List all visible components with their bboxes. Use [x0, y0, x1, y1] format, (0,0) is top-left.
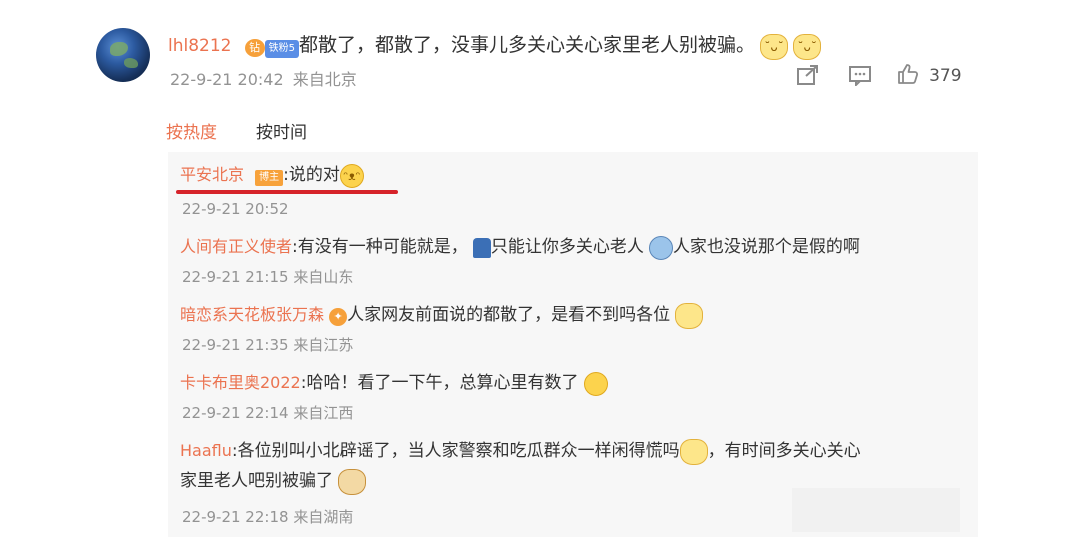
cat-emoji-icon: ˘ᴗ˘ — [793, 33, 822, 60]
face-emoji-icon: ᵔᴥᵔ — [339, 163, 364, 188]
watermark-blur — [792, 488, 960, 532]
comment-header: lhl8212 钻铁粉5 都散了，都散了，没事儿多关心关心家里老人别被骗。 ˘ᴗ˘… — [168, 30, 822, 60]
cat-emoji-icon — [338, 468, 367, 495]
tab-time[interactable]: 按时间 — [256, 118, 307, 143]
like-button[interactable]: 379 — [896, 62, 962, 90]
reply-username[interactable]: 平安北京 — [180, 165, 244, 184]
reply-meta: 22-9-21 22:18 来自湖南 — [182, 506, 353, 527]
highlight-underline — [176, 190, 398, 194]
reply-item: 平安北京 博主:说的对 ᵔᴥᵔ — [180, 160, 364, 188]
reply-username[interactable]: Haaflu — [180, 441, 232, 460]
like-count: 379 — [929, 66, 962, 86]
reply-item: 卡卡布里奥2022:哈哈！看了一下午，总算心里有数了 — [180, 368, 608, 396]
vip-badge-icon: 钻 — [244, 39, 265, 57]
reply-text: :哈哈！看了一下午，总算心里有数了 — [300, 373, 579, 393]
reply-meta: 22-9-21 21:35 来自江苏 — [182, 334, 353, 355]
reply-username[interactable]: 暗恋系天花板张万森 — [180, 305, 324, 324]
reply-username[interactable]: 卡卡布里奥2022 — [180, 373, 301, 392]
reply-location: 来自湖南 — [293, 508, 354, 526]
cat-emoji-icon — [679, 438, 708, 465]
cat-emoji-icon: ˘ᴗ˘ — [760, 33, 789, 60]
reply-text-2: ，有时间多关心关心 — [707, 441, 861, 461]
reply-meta: 22-9-21 21:15 来自山东 — [182, 266, 353, 287]
reply-item: Haaflu:各位别叫小北辟谣了，当人家警察和吃瓜群众一样闲得慌吗 ，有时间多关心… — [180, 436, 861, 465]
reply-date: 22-9-21 20:52 — [182, 200, 289, 218]
thumbs-up-icon — [896, 62, 920, 90]
reply-text: :各位别叫小北辟谣了，当人家警察和吃瓜群众一样闲得慌吗 — [231, 441, 680, 461]
fan-badge: 铁粉5 — [264, 40, 299, 58]
police-emoji-icon — [472, 237, 491, 258]
comment-meta: 22-9-21 20:42 来自北京 — [170, 66, 357, 90]
avatar[interactable] — [96, 28, 150, 82]
reply-item: 暗恋系天花板张万森 ✦ 人家网友前面说的都散了，是看不到吗各位 — [180, 300, 704, 329]
comment-date: 22-9-21 20:42 — [170, 70, 284, 89]
share-icon[interactable] — [796, 64, 822, 86]
reply-meta: 22-9-21 22:14 来自江西 — [182, 402, 353, 423]
username[interactable]: lhl8212 — [168, 36, 231, 56]
comment-icon[interactable] — [848, 64, 874, 88]
reply-text: :说的对 — [283, 165, 340, 185]
reply-location: 来自江西 — [293, 404, 354, 422]
reply-continuation: 家里老人吧别被骗了 — [180, 466, 367, 495]
reply-location: 来自山东 — [293, 268, 354, 286]
reply-date: 22-9-21 21:15 — [182, 268, 289, 286]
vip-badge-icon: ✦ — [329, 308, 348, 326]
dizzy-face-emoji-icon — [648, 235, 673, 260]
cat-emoji-icon — [675, 302, 704, 329]
reply-text: 人家网友前面说的都散了，是看不到吗各位 — [347, 305, 671, 325]
reply-text: :有没有一种可能就是， — [292, 237, 468, 257]
comment-location: 来自北京 — [292, 70, 357, 89]
reply-location: 来自江苏 — [293, 336, 354, 354]
tab-hot[interactable]: 按热度 — [166, 118, 217, 143]
reply-date: 22-9-21 21:35 — [182, 336, 289, 354]
reply-text-2: 只能让你多关心老人 — [490, 237, 644, 257]
reply-item: 人间有正义使者:有没有一种可能就是， 只能让你多关心老人 人家也没说那个是假的啊 — [180, 232, 860, 260]
reply-username[interactable]: 人间有正义使者 — [180, 237, 292, 256]
reply-text-3: 人家也没说那个是假的啊 — [672, 237, 860, 257]
reply-meta: 22-9-21 20:52 — [182, 200, 289, 218]
reply-text-3: 家里老人吧别被骗了 — [180, 471, 333, 491]
blogger-badge: 博主 — [255, 170, 284, 186]
reply-date: 22-9-21 22:18 — [182, 508, 289, 526]
laughing-emoji-icon — [583, 371, 608, 396]
comment-text: 都散了，都散了，没事儿多关心关心家里老人别被骗。 — [298, 34, 755, 56]
reply-date: 22-9-21 22:14 — [182, 404, 289, 422]
